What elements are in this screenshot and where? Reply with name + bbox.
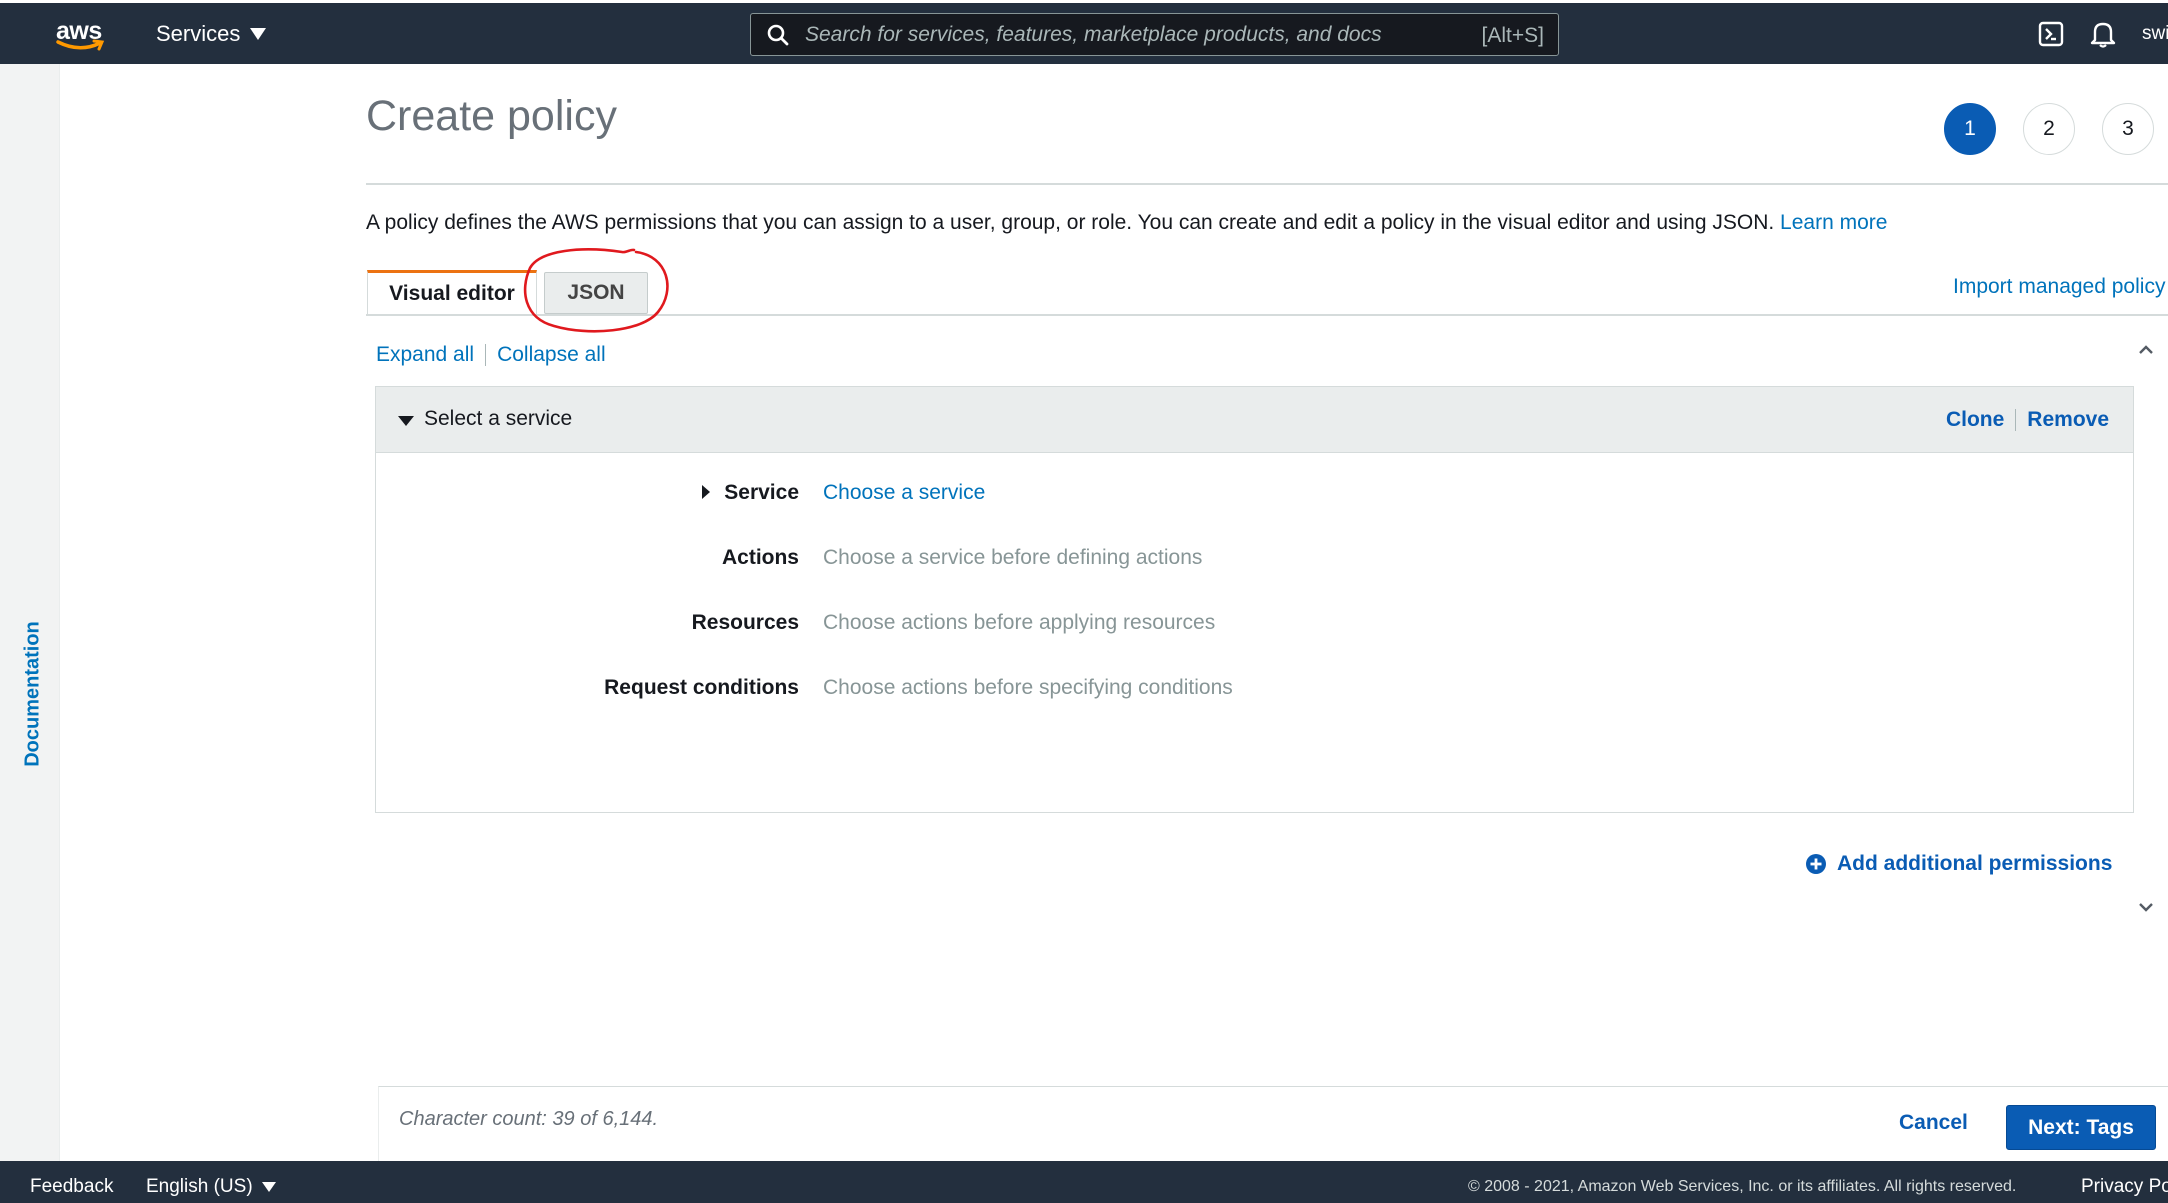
- scroll-down-icon[interactable]: [2136, 897, 2156, 917]
- scroll-up-icon[interactable]: [2136, 340, 2156, 360]
- search-input[interactable]: [805, 18, 1465, 52]
- actions-value: Choose a service before defining actions: [823, 546, 1203, 569]
- expand-collapse-controls: Expand all Collapse all: [376, 343, 606, 367]
- cloudshell-icon[interactable]: [2038, 21, 2064, 47]
- remove-button[interactable]: Remove: [2027, 408, 2109, 432]
- statement-title: Select a service: [424, 407, 573, 430]
- documentation-side-panel: Documentation: [0, 64, 60, 1161]
- language-label: English (US): [146, 1176, 253, 1197]
- import-managed-policy-link[interactable]: Import managed policy: [1953, 275, 2165, 299]
- add-permissions-label: Add additional permissions: [1837, 852, 2113, 875]
- action-separator: [2015, 409, 2017, 431]
- learn-more-link[interactable]: Learn more: [1780, 211, 1887, 234]
- search-icon: [767, 24, 789, 46]
- services-label: Services: [156, 21, 241, 46]
- choose-service-link[interactable]: Choose a service: [823, 481, 985, 505]
- link-separator: [485, 344, 487, 366]
- documentation-toggle[interactable]: Documentation: [22, 621, 45, 767]
- next-tags-button[interactable]: Next: Tags: [2006, 1105, 2156, 1150]
- language-selector[interactable]: English (US): [146, 1176, 276, 1198]
- statement-actions: Clone Remove: [1946, 408, 2109, 432]
- clone-button[interactable]: Clone: [1946, 408, 2004, 432]
- collapse-all-link[interactable]: Collapse all: [497, 343, 606, 367]
- actions-label: Actions: [721, 546, 799, 569]
- notifications-bell-icon[interactable]: [2090, 20, 2116, 48]
- caret-down-icon: [250, 28, 267, 40]
- services-menu-button[interactable]: Services: [156, 21, 267, 47]
- aws-smile-icon: [56, 39, 105, 51]
- expand-all-link[interactable]: Expand all: [376, 343, 474, 367]
- expand-service-triangle-icon[interactable]: [702, 485, 710, 499]
- wizard-step-3: 3: [2102, 103, 2154, 155]
- description-text: A policy defines the AWS permissions tha…: [366, 211, 1775, 234]
- wizard-step-2: 2: [2023, 103, 2075, 155]
- account-menu[interactable]: swi: [2142, 23, 2168, 45]
- privacy-policy-link[interactable]: Privacy Po: [2081, 1176, 2168, 1198]
- request-conditions-label: Request conditions: [604, 676, 799, 699]
- top-navigation-bar: aws Services [Alt+S] swi: [0, 3, 2168, 64]
- tab-visual-editor[interactable]: Visual editor: [367, 270, 537, 315]
- search-bar[interactable]: [Alt+S]: [750, 13, 1559, 56]
- statement-header[interactable]: Select a service Clone Remove: [376, 387, 2133, 453]
- search-shortcut-hint: [Alt+S]: [1481, 24, 1544, 47]
- copyright-text: © 2008 - 2021, Amazon Web Services, Inc.…: [1468, 1178, 2017, 1195]
- cancel-button[interactable]: Cancel: [1899, 1111, 1968, 1135]
- collapse-triangle-icon[interactable]: [398, 416, 414, 426]
- caret-down-icon: [261, 1182, 276, 1192]
- page-title: Create policy: [366, 92, 617, 140]
- red-annotation-circle: [523, 248, 669, 333]
- resources-value: Choose actions before applying resources: [823, 611, 1216, 634]
- character-count: Character count: 39 of 6,144.: [399, 1108, 659, 1130]
- scrollbar-track[interactable]: [2138, 362, 2154, 892]
- request-conditions-value: Choose actions before specifying conditi…: [823, 676, 1233, 699]
- aws-logo[interactable]: aws: [56, 15, 106, 53]
- add-circle-icon: [1806, 854, 1826, 874]
- footer-bar: Feedback English (US) © 2008 - 2021, Ama…: [0, 1161, 2168, 1203]
- header-divider: [366, 183, 2168, 185]
- service-label[interactable]: Service: [724, 481, 799, 505]
- policy-description: A policy defines the AWS permissions tha…: [366, 211, 1887, 235]
- feedback-link[interactable]: Feedback: [30, 1176, 113, 1198]
- bottom-action-bar: Character count: 39 of 6,144. Cancel Nex…: [378, 1086, 2168, 1161]
- policy-statement-panel: Select a service Clone Remove Service Ch…: [375, 386, 2134, 813]
- resources-label: Resources: [691, 611, 799, 634]
- wizard-step-1: 1: [1944, 103, 1996, 155]
- add-additional-permissions-button[interactable]: Add additional permissions: [1805, 852, 2112, 876]
